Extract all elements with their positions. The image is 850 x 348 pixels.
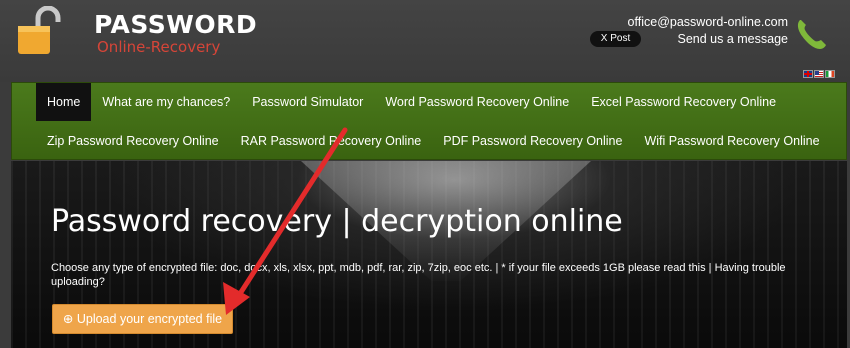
nav-item-zip[interactable]: Zip Password Recovery Online bbox=[36, 122, 230, 160]
logo-subtitle[interactable]: Online-Recovery bbox=[97, 38, 220, 56]
nav-item-wifi[interactable]: Wifi Password Recovery Online bbox=[633, 122, 830, 160]
flag-uk-icon[interactable] bbox=[803, 70, 813, 78]
hero-title: Password recovery | decryption online bbox=[51, 204, 623, 239]
nav-row-1: Home What are my chances? Password Simul… bbox=[36, 83, 787, 121]
phone-icon[interactable] bbox=[794, 16, 830, 52]
send-message-link[interactable]: Send us a message bbox=[678, 32, 789, 46]
padlock-icon bbox=[18, 6, 61, 54]
nav-item-pdf[interactable]: PDF Password Recovery Online bbox=[432, 122, 633, 160]
nav-item-home[interactable]: Home bbox=[36, 83, 92, 121]
nav-item-excel[interactable]: Excel Password Recovery Online bbox=[580, 83, 787, 121]
contact-email-link[interactable]: office@password-online.com bbox=[628, 15, 788, 29]
logo-title[interactable]: PASSWORD bbox=[94, 10, 257, 39]
hero-banner: Password recovery | decryption online Ch… bbox=[11, 161, 847, 348]
main-navigation: Home What are my chances? Password Simul… bbox=[11, 82, 847, 160]
language-flags bbox=[803, 70, 835, 79]
nav-item-simulator[interactable]: Password Simulator bbox=[241, 83, 374, 121]
nav-row-2: Zip Password Recovery Online RAR Passwor… bbox=[36, 122, 831, 160]
upload-file-button[interactable]: ⊕ Upload your encrypted file bbox=[52, 304, 233, 334]
nav-item-chances[interactable]: What are my chances? bbox=[91, 83, 241, 121]
hero-description: Choose any type of encrypted file: doc, … bbox=[51, 262, 786, 288]
site-header: PASSWORD Online-Recovery X Post office@p… bbox=[0, 0, 850, 82]
nav-item-rar[interactable]: RAR Password Recovery Online bbox=[230, 122, 433, 160]
flag-it-icon[interactable] bbox=[825, 70, 835, 78]
nav-item-word[interactable]: Word Password Recovery Online bbox=[374, 83, 580, 121]
x-post-button[interactable]: X Post bbox=[590, 31, 641, 47]
flag-us-icon[interactable] bbox=[814, 70, 824, 78]
